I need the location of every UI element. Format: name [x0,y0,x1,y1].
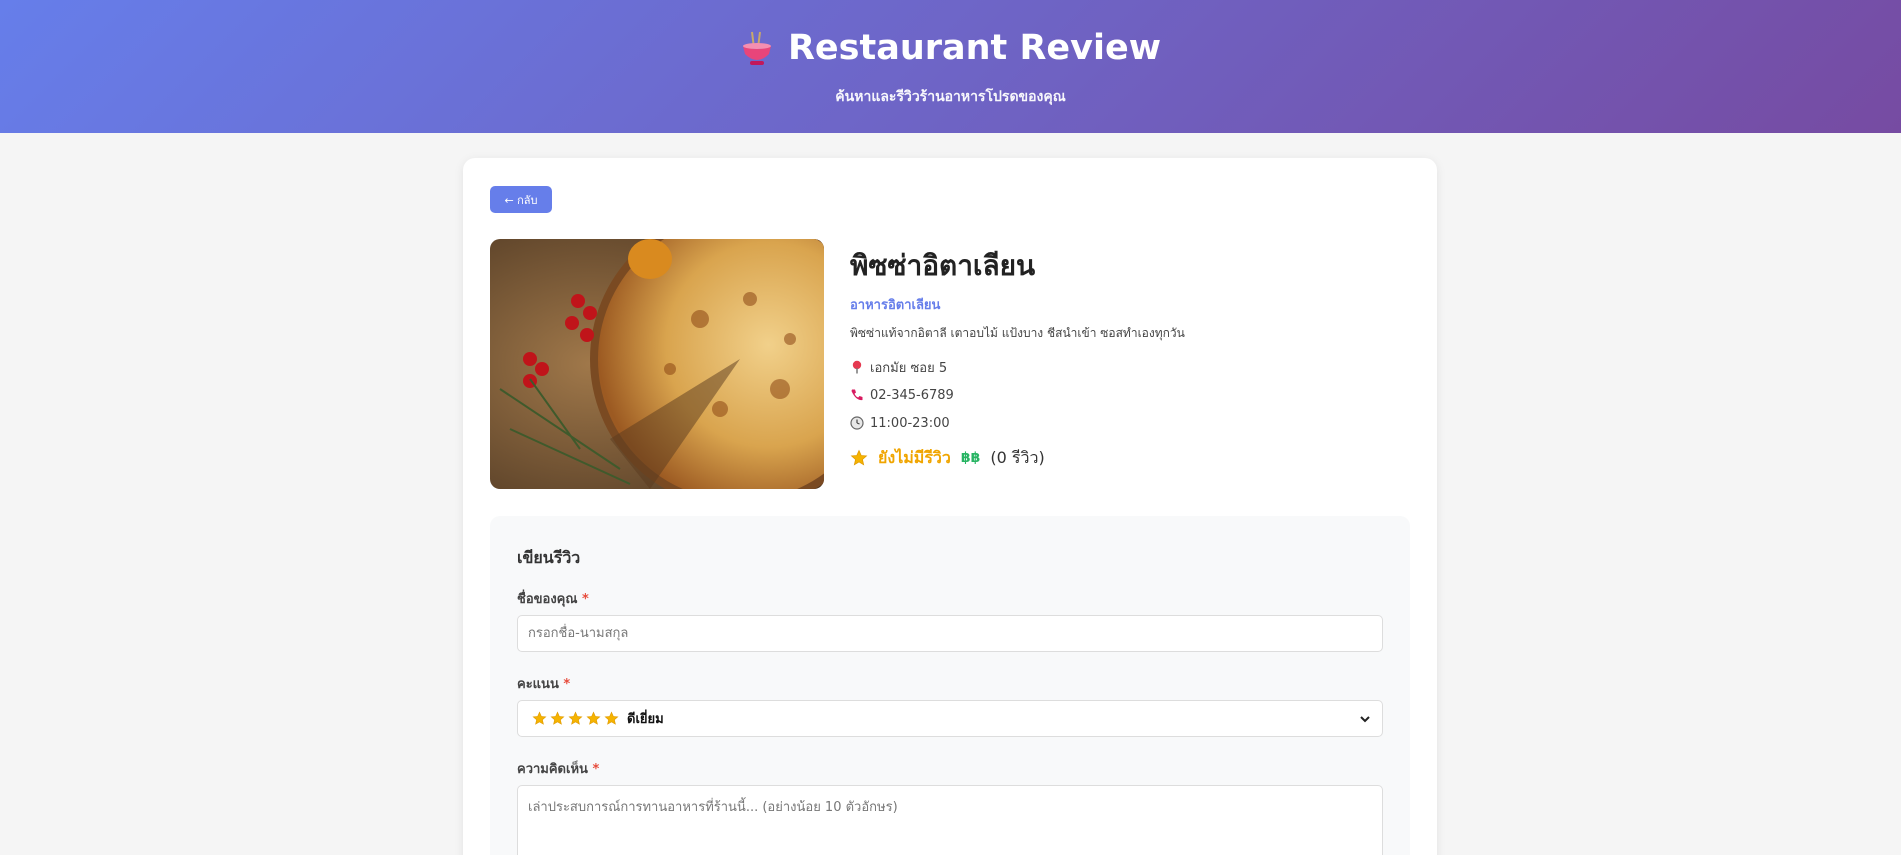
review-form: เขียนรีวิว ชื่อของคุณ * คะแนน * ดีเยี่ยม… [490,516,1410,855]
rating-select[interactable]: ดีเยี่ยม [517,700,1383,737]
star-icon [604,711,619,725]
app-title: Restaurant Review [0,28,1901,68]
restaurant-photo [490,239,824,489]
star-icon [850,449,868,466]
rating-stars [532,711,619,726]
rating-label: คะแนน * [517,677,571,692]
hours-line: 11:00-23:00 [850,409,1410,437]
restaurant-category: อาหารอิตาเลียน [850,298,941,313]
address-line: เอกมัย ซอย 5 [850,353,1410,381]
app-title-text: Restaurant Review [787,28,1162,68]
required-mark: * [563,677,571,692]
star-icon [532,711,547,725]
restaurant-info: พิซซ่าอิตาเลียน อาหารอิตาเลียน พิซซ่าแท้… [850,244,1410,471]
pin-icon [852,360,862,374]
app-subtitle: ค้นหาและรีวิวร้านอาหารโปรดของคุณ [835,89,1066,105]
phone-line: 02-345-6789 [850,381,1410,409]
comment-textarea[interactable] [517,785,1383,855]
clock-icon [850,416,864,430]
name-label: ชื่อของคุณ * [517,592,589,607]
star-icon [586,711,601,725]
restaurant-phone: 02-345-6789 [870,387,954,403]
back-button[interactable]: ← กลับ [490,186,552,213]
phone-icon [851,389,863,401]
app-header: Restaurant Review ค้นหาและรีวิวร้านอาหาร… [0,0,1901,133]
restaurant-detail-card: ← กลับ พิซซ่าอิตาเลียน อาหารอิตาเลียน พิ… [463,158,1437,855]
rating-summary: ยังไม่มีรีวิว ฿฿ (0 รีวิว) [850,445,1410,471]
restaurant-name: พิซซ่าอิตาเลียน [850,249,1036,282]
review-count: (0 รีวิว) [990,447,1045,467]
noodle-bowl-icon [742,31,771,65]
restaurant-description: พิซซ่าแท้จากอิตาลี เตาอบไม้ แป้งบาง ชีสน… [850,326,1185,340]
review-form-heading: เขียนรีวิว [517,548,581,567]
restaurant-address: เอกมัย ซอย 5 [870,360,948,376]
rating-text: ยังไม่มีรีวิว [878,447,951,467]
rating-select-value: ดีเยี่ยม [627,712,664,727]
restaurant-hours: 11:00-23:00 [870,415,950,431]
chevron-down-icon [1360,716,1370,723]
required-mark: * [581,592,589,607]
comment-label: ความคิดเห็น * [517,762,600,777]
price-level: ฿฿ [960,450,981,466]
required-mark: * [592,762,600,777]
star-icon [568,711,583,725]
star-icon [550,711,565,725]
name-input[interactable] [517,615,1383,652]
